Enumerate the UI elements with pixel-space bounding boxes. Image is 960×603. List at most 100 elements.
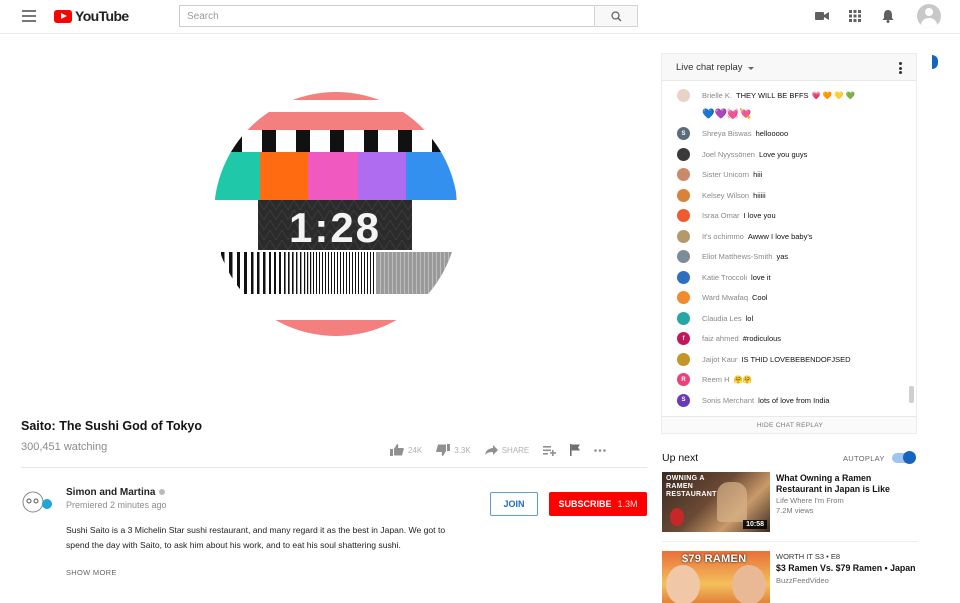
youtube-logo-text: YouTube bbox=[75, 8, 129, 24]
chat-author: Kelsey Wilson bbox=[702, 190, 750, 200]
search-input[interactable] bbox=[179, 5, 594, 27]
chat-user-avatar bbox=[677, 352, 690, 366]
chat-mode-dropdown[interactable]: Live chat replay bbox=[676, 62, 754, 73]
chat-text: lol bbox=[745, 313, 754, 323]
video-series: WORTH IT S3 • E8 bbox=[776, 552, 841, 561]
video-duration: 10:58 bbox=[743, 520, 767, 529]
share-label: SHARE bbox=[501, 445, 530, 455]
chat-text: hiii bbox=[753, 170, 763, 180]
subscriber-count: 1.3M bbox=[617, 499, 638, 509]
create-video-icon[interactable] bbox=[815, 11, 829, 21]
like-button[interactable]: 24K bbox=[390, 444, 422, 456]
chat-text: #rodiculous bbox=[742, 334, 782, 344]
chat-author: Reem H bbox=[702, 375, 730, 385]
chat-author: Israa Omar bbox=[702, 211, 740, 221]
chat-user-avatar: S bbox=[677, 393, 690, 407]
top-header: YouTube bbox=[0, 0, 960, 34]
more-actions-button[interactable] bbox=[594, 448, 607, 452]
chat-user-avatar: f bbox=[677, 332, 690, 346]
chat-text: love it bbox=[751, 272, 771, 282]
hide-chat-replay-button[interactable]: HIDE CHAT REPLAY bbox=[662, 416, 916, 433]
hamburger-menu-icon[interactable] bbox=[22, 10, 36, 22]
thumbs-down-icon bbox=[436, 444, 451, 456]
report-button[interactable] bbox=[570, 444, 581, 456]
thumbnail-lantern bbox=[670, 508, 684, 526]
subscribe-button[interactable]: SUBSCRIBE 1.3M bbox=[549, 492, 647, 516]
video-title[interactable]: $3 Ramen Vs. $79 Ramen • Japan bbox=[776, 563, 916, 574]
chat-message: Sister Unicorn hiii bbox=[662, 165, 916, 186]
chat-message: Ward Mwafaq Cool bbox=[662, 288, 916, 309]
recommended-video[interactable]: $79 RAMEN WORTH IT S3 • E8 $3 Ramen Vs. … bbox=[662, 551, 922, 603]
chat-user-avatar bbox=[677, 291, 690, 305]
chat-message: Kelsey Wilson hiiiii bbox=[662, 185, 916, 206]
countdown-timer: 1:28 bbox=[289, 204, 381, 251]
chat-author: Sister Unicorn bbox=[702, 170, 750, 180]
chat-user-avatar bbox=[677, 147, 690, 161]
chat-message: It's ochimmo Awww I love baby's bbox=[662, 226, 916, 247]
channel-name[interactable]: Simon and Martina bbox=[66, 487, 166, 498]
channel-avatar[interactable] bbox=[21, 490, 55, 514]
search-bar bbox=[179, 5, 638, 27]
save-to-playlist-button[interactable] bbox=[543, 445, 557, 456]
video-thumbnail[interactable]: $79 RAMEN bbox=[662, 551, 770, 603]
chat-user-avatar bbox=[677, 311, 690, 325]
video-views: 7.2M views bbox=[776, 506, 814, 515]
chat-user-avatar bbox=[677, 209, 690, 223]
toggle-knob bbox=[903, 451, 916, 464]
account-avatar[interactable] bbox=[917, 4, 941, 28]
chat-message: Israa Omar I love you bbox=[662, 206, 916, 227]
chat-user-avatar: R bbox=[677, 373, 690, 387]
search-icon bbox=[610, 10, 621, 21]
chat-text: yas bbox=[776, 252, 789, 262]
share-button[interactable]: SHARE bbox=[484, 445, 530, 455]
thumbnail-face-left bbox=[666, 565, 700, 603]
thumbnail-caption: $79 RAMEN bbox=[682, 553, 747, 565]
autoplay-toggle[interactable] bbox=[892, 451, 916, 464]
chat-message: f faiz ahmed #rodiculous bbox=[662, 329, 916, 350]
video-thumbnail[interactable]: OWNING A RAMEN RESTAURANT 10:58 bbox=[662, 472, 770, 532]
search-button[interactable] bbox=[594, 5, 638, 27]
chat-message: S Shreya Biswas hellooooo bbox=[662, 124, 916, 145]
video-player[interactable]: 1:28 bbox=[0, 40, 650, 405]
youtube-logo[interactable]: YouTube bbox=[54, 8, 129, 24]
subscribe-label: SUBSCRIBE bbox=[558, 499, 612, 509]
chat-author: Ward Mwafaq bbox=[702, 293, 748, 303]
video-channel[interactable]: BuzzFeedVideo bbox=[776, 576, 916, 585]
chat-scrollbar[interactable] bbox=[909, 386, 914, 403]
dislike-button[interactable]: 3.3K bbox=[436, 444, 471, 456]
live-chat-panel: Live chat replay Brielle K. THEY WILL BE… bbox=[661, 53, 917, 434]
chat-message: R Reem H 🤗🤗 bbox=[662, 370, 916, 391]
recommendation-divider bbox=[662, 541, 918, 542]
video-description: Sushi Saito is a 3 Michelin Star sushi r… bbox=[66, 525, 446, 550]
video-title[interactable]: What Owning a Ramen Restaurant in Japan … bbox=[776, 473, 916, 494]
chat-author: Shreya Biswas bbox=[702, 129, 752, 139]
chat-author: It's ochimmo bbox=[702, 231, 744, 241]
premiere-time: Premiered 2 minutes ago bbox=[66, 500, 167, 510]
join-button[interactable]: JOIN bbox=[490, 492, 538, 516]
recommended-video[interactable]: OWNING A RAMEN RESTAURANT 10:58 What Own… bbox=[662, 472, 922, 534]
chat-message: Claudia Les lol bbox=[662, 308, 916, 329]
apps-grid-icon[interactable] bbox=[849, 10, 861, 22]
thumbnail-caption: OWNING A RAMEN RESTAURANT bbox=[666, 475, 717, 498]
chat-user-avatar bbox=[677, 250, 690, 264]
chat-text: 🤗🤗 bbox=[733, 375, 753, 385]
flag-icon bbox=[570, 444, 581, 456]
video-channel[interactable]: Life Where I'm From bbox=[776, 496, 916, 505]
chat-author: Katie Troccoli bbox=[702, 272, 748, 282]
show-more-link[interactable]: SHOW MORE bbox=[66, 568, 117, 577]
dislike-count: 3.3K bbox=[454, 445, 471, 455]
watching-count: 300,451 watching bbox=[21, 441, 108, 453]
verified-badge-icon bbox=[159, 489, 166, 496]
notifications-bell-icon[interactable] bbox=[882, 9, 894, 23]
channel-name-text[interactable]: Simon and Martina bbox=[66, 487, 155, 498]
cut-off-avatar bbox=[932, 55, 938, 69]
chat-author: Claudia Les bbox=[702, 313, 742, 323]
chat-more-options-icon[interactable] bbox=[899, 62, 902, 76]
video-info: WORTH IT S3 • E8 $3 Ramen Vs. $79 Ramen … bbox=[770, 551, 916, 603]
chat-author: faiz ahmed bbox=[702, 334, 739, 344]
chat-header: Live chat replay bbox=[662, 54, 916, 81]
chat-mode-label: Live chat replay bbox=[676, 61, 743, 73]
chat-text: hellooooo bbox=[755, 129, 789, 139]
chat-message: Jaijot Kaur IS THID LOVEBEBENDOFJSED bbox=[662, 349, 916, 370]
chat-user-avatar bbox=[677, 188, 690, 202]
